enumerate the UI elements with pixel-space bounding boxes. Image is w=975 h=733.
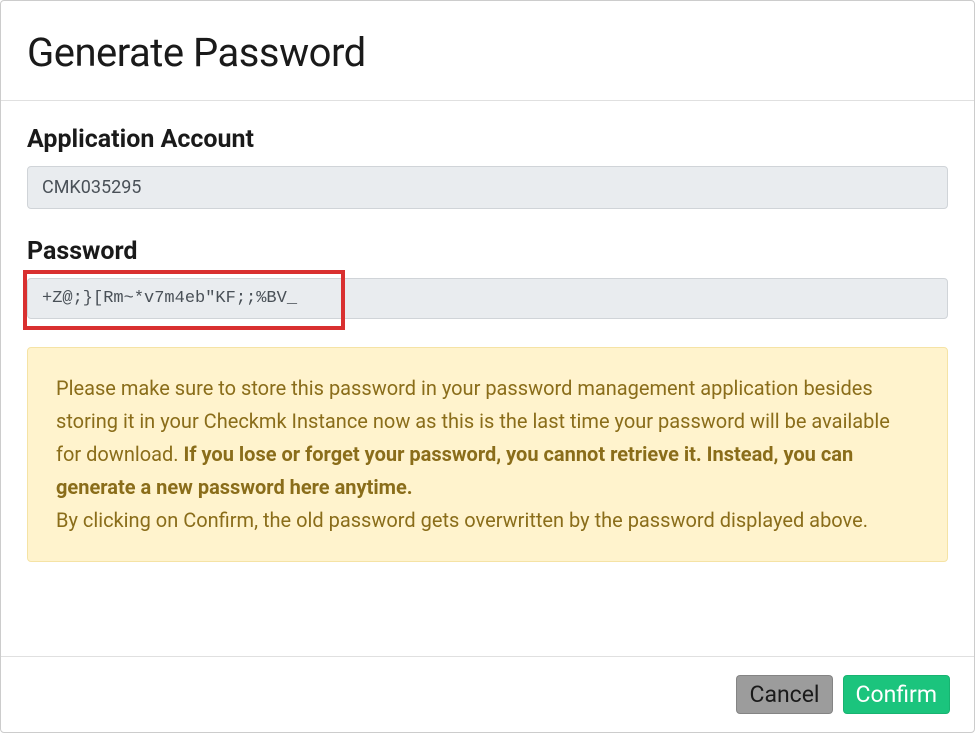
application-account-input[interactable] [27,166,948,209]
cancel-button[interactable]: Cancel [736,675,832,714]
modal-header: Generate Password [1,1,974,101]
password-label: Password [27,237,948,266]
modal-body: Application Account Password Please make… [1,101,974,656]
modal-title: Generate Password [27,29,948,76]
alert-text-after: By clicking on Confirm, the old password… [56,508,868,532]
password-warning-alert: Please make sure to store this password … [27,347,948,562]
confirm-button[interactable]: Confirm [843,675,951,714]
application-account-label: Application Account [27,125,948,154]
password-group: Password [27,237,948,319]
modal-footer: Cancel Confirm [1,656,974,732]
application-account-group: Application Account [27,125,948,209]
password-input[interactable] [27,278,948,319]
generate-password-modal: Generate Password Application Account Pa… [0,0,975,733]
password-row [27,278,948,319]
